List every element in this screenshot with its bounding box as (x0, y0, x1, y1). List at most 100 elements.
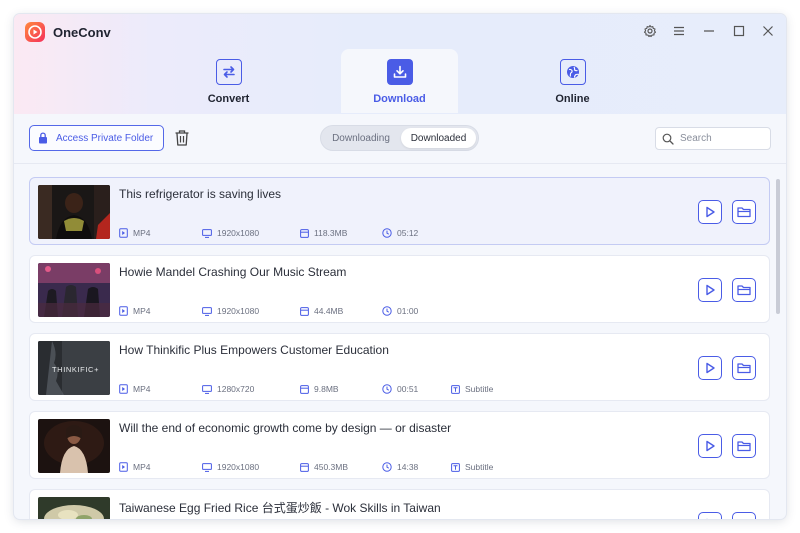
play-button[interactable] (698, 434, 722, 458)
video-resolution: 1280x720 (202, 384, 254, 394)
toolbar: Access Private Folder Downloading Downlo… (14, 114, 786, 164)
play-button[interactable] (698, 356, 722, 380)
search-box (655, 127, 771, 150)
thumbnail-brand-text: THINKIFIC+ (52, 365, 99, 374)
video-title: Howie Mandel Crashing Our Music Stream (119, 265, 347, 279)
clock-icon (382, 228, 392, 238)
tab-convert-label: Convert (207, 93, 250, 105)
clock-icon (382, 462, 392, 472)
play-icon (706, 284, 715, 296)
folder-icon (737, 285, 751, 296)
open-folder-button[interactable] (732, 356, 756, 380)
menu-icon[interactable] (670, 22, 688, 40)
monitor-icon (202, 228, 212, 238)
tab-online[interactable]: Online (514, 49, 631, 113)
play-icon (706, 440, 715, 452)
video-title: Will the end of economic growth come by … (119, 421, 452, 435)
video-resolution: 1920x1080 (202, 228, 259, 238)
segment-downloading[interactable]: Downloading (324, 128, 398, 148)
minimize-icon[interactable] (700, 22, 718, 40)
tab-download[interactable]: Download (341, 49, 458, 113)
video-size: 450.3MB (300, 462, 348, 472)
video-item[interactable]: THINKIFIC+ How Thinkific Plus Empowers C… (29, 333, 770, 401)
app-title: OneConv (53, 25, 111, 40)
video-resolution: 1920x1080 (202, 462, 259, 472)
open-folder-button[interactable] (732, 512, 756, 519)
video-title: Taiwanese Egg Fried Rice 台式蛋炒飯 - Wok Ski… (119, 501, 441, 515)
search-input[interactable] (680, 133, 760, 144)
download-icon (386, 59, 413, 85)
video-item[interactable]: Taiwanese Egg Fried Rice 台式蛋炒飯 - Wok Ski… (29, 489, 770, 519)
segment-downloaded[interactable]: Downloaded (401, 128, 476, 148)
clock-icon (382, 306, 392, 316)
globe-icon (559, 59, 586, 85)
access-private-folder-button[interactable]: Access Private Folder (29, 125, 164, 151)
play-button[interactable] (698, 200, 722, 224)
video-format: MP4 (119, 462, 150, 472)
open-folder-button[interactable] (732, 278, 756, 302)
video-item[interactable]: This refrigerator is saving lives MP4 19… (29, 177, 770, 245)
video-thumbnail (38, 497, 110, 519)
monitor-icon (202, 462, 212, 472)
folder-icon (737, 441, 751, 452)
folder-icon (737, 363, 751, 374)
trash-icon[interactable] (174, 129, 192, 147)
clock-icon (382, 384, 392, 394)
play-button[interactable] (698, 278, 722, 302)
video-item[interactable]: Howie Mandel Crashing Our Music Stream M… (29, 255, 770, 323)
video-format: MP4 (119, 306, 150, 316)
video-thumbnail (38, 185, 110, 239)
lock-icon (39, 132, 47, 144)
storage-icon (300, 462, 309, 472)
video-duration: 00:51 (382, 384, 418, 394)
video-file-icon (119, 462, 128, 472)
video-thumbnail: THINKIFIC+ (38, 341, 110, 395)
video-subtitle: Subtitle (451, 462, 493, 472)
oneconv-logo-icon (25, 22, 45, 42)
monitor-icon (202, 306, 212, 316)
storage-icon (300, 384, 309, 394)
settings-gear-icon[interactable] (641, 22, 659, 40)
access-private-folder-label: Access Private Folder (56, 132, 154, 144)
subtitle-icon (451, 384, 460, 394)
open-folder-button[interactable] (732, 200, 756, 224)
tab-online-label: Online (555, 93, 590, 105)
play-button[interactable] (698, 512, 722, 519)
video-format: MP4 (119, 228, 150, 238)
tab-convert[interactable]: Convert (170, 49, 287, 113)
play-icon (706, 206, 715, 218)
subtitle-icon (451, 462, 460, 472)
title-bar: OneConv Convert Download Online (14, 14, 786, 114)
maximize-icon[interactable] (730, 22, 748, 40)
video-file-icon (119, 228, 128, 238)
tab-download-label: Download (373, 93, 426, 105)
monitor-icon (202, 384, 212, 394)
video-size: 118.3MB (300, 228, 347, 238)
play-icon (706, 362, 715, 374)
video-file-icon (119, 306, 128, 316)
video-subtitle: Subtitle (451, 384, 493, 394)
storage-icon (300, 306, 309, 316)
video-title: How Thinkific Plus Empowers Customer Edu… (119, 343, 389, 357)
video-item[interactable]: Will the end of economic growth come by … (29, 411, 770, 479)
video-list: This refrigerator is saving lives MP4 19… (14, 165, 786, 519)
video-size: 9.8MB (300, 384, 339, 394)
app-window: OneConv Convert Download Online Access P… (14, 14, 786, 519)
video-duration: 14:38 (382, 462, 418, 472)
open-folder-button[interactable] (732, 434, 756, 458)
close-icon[interactable] (759, 22, 777, 40)
search-icon (662, 133, 674, 145)
video-duration: 05:12 (382, 228, 418, 238)
video-thumbnail (38, 419, 110, 473)
play-icon (706, 518, 708, 519)
video-size: 44.4MB (300, 306, 343, 316)
download-status-segmented-control: Downloading Downloaded (320, 125, 479, 151)
folder-icon (737, 207, 751, 218)
folder-icon (737, 518, 751, 519)
video-file-icon (119, 384, 128, 394)
video-format: MP4 (119, 384, 150, 394)
storage-icon (300, 228, 309, 238)
scrollbar[interactable] (776, 179, 780, 314)
video-duration: 01:00 (382, 306, 418, 316)
video-title: This refrigerator is saving lives (119, 187, 282, 201)
